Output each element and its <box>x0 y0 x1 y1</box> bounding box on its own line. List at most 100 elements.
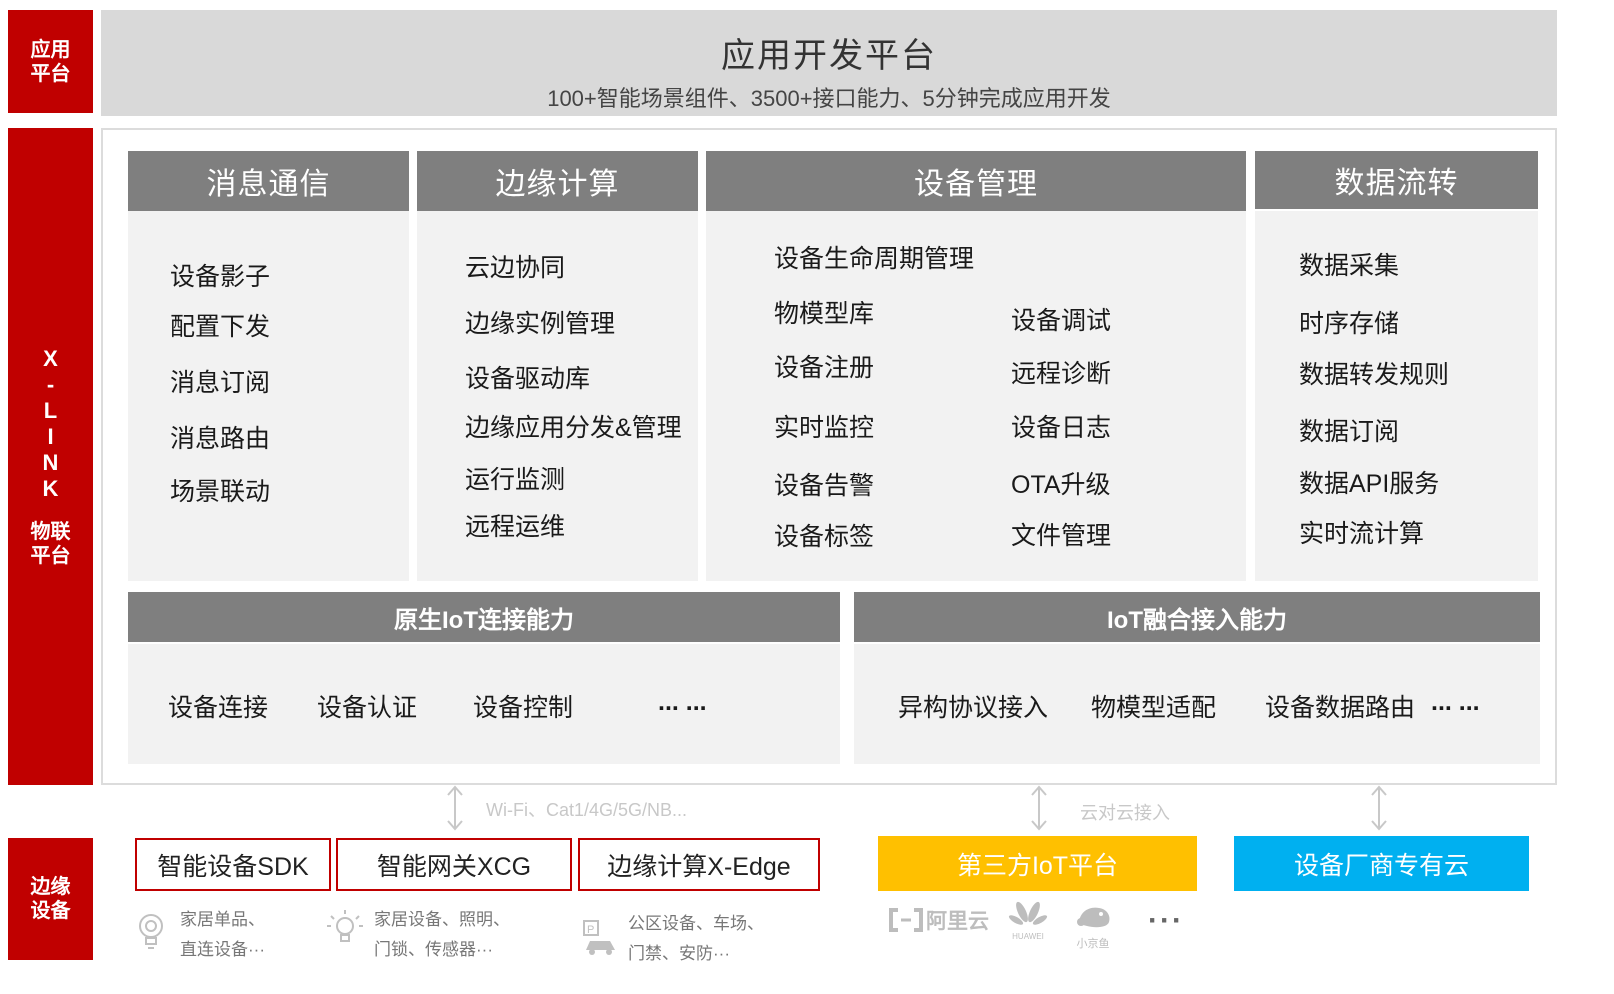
xlink-letter: X <box>43 345 58 371</box>
device-item-right: 远程诊断 <box>1011 360 1112 388</box>
native-iot-item: 设备控制 <box>473 694 574 722</box>
gateway-desc-line1: 家居设备、照明、 <box>374 910 510 929</box>
edge-computing-header: 边缘计算 <box>417 151 698 211</box>
data-item: 数据转发规则 <box>1299 361 1450 389</box>
native-iot-header: 原生IoT连接能力 <box>128 592 840 642</box>
double-arrow-icon <box>1371 785 1387 831</box>
side-band-app-platform: 应用 平台 <box>8 10 93 113</box>
svg-text:P: P <box>587 924 594 936</box>
fusion-iot-title: IoT融合接入能力 <box>1107 606 1287 634</box>
xlink-letter: K <box>42 475 59 501</box>
edge-desc-line1: 公区设备、车场、 <box>628 914 764 933</box>
device-management-body: 设备生命周期管理 物模型库 设备注册 实时监控 设备告警 设备标签 设备调试 远… <box>706 211 1246 581</box>
edge-computing-body: 云边协同 边缘实例管理 设备驱动库 边缘应用分发&管理 运行监测 远程运维 <box>417 211 698 581</box>
side-xlink-line2: 平台 <box>30 544 71 567</box>
fusion-iot-more: ... ... <box>1431 688 1480 716</box>
smart-gateway-box: 智能网关XCG <box>336 838 572 891</box>
light-bulb-icon <box>139 914 163 949</box>
data-item: 数据采集 <box>1299 252 1400 280</box>
xiaojingyu-logo-text: 小京鱼 <box>1076 938 1110 950</box>
third-party-iot-label: 第三方IoT平台 <box>956 851 1119 880</box>
device-item-left: 设备标签 <box>774 523 875 551</box>
native-iot-title: 原生IoT连接能力 <box>394 606 574 634</box>
side-edge-line1: 边缘 <box>30 876 71 898</box>
smart-gateway-label: 智能网关XCG <box>376 852 532 881</box>
device-item-right: 设备日志 <box>1011 414 1112 442</box>
device-item-left: 设备告警 <box>774 472 875 500</box>
edge-item: 设备驱动库 <box>465 365 591 393</box>
data-item: 数据API服务 <box>1299 470 1440 498</box>
device-item-right: 设备调试 <box>1011 307 1112 335</box>
edge-item: 运行监测 <box>465 466 566 494</box>
gateway-description: 家居设备、照明、 门锁、传感器··· <box>374 905 510 965</box>
aliyun-logo: 阿里云 <box>888 905 989 935</box>
messaging-item: 场景联动 <box>170 478 271 506</box>
device-item-left: 设备注册 <box>774 354 875 382</box>
device-lifecycle-item: 设备生命周期管理 <box>774 245 975 273</box>
bright-bulb-icon <box>327 910 363 942</box>
edge-computing-title: 边缘计算 <box>495 168 620 201</box>
edge-item: 边缘实例管理 <box>465 310 616 338</box>
device-management-header: 设备管理 <box>706 151 1246 211</box>
edge-description: 公区设备、车场、 门禁、安防··· <box>628 909 764 969</box>
data-flow-title: 数据流转 <box>1334 167 1459 200</box>
device-item-left: 实时监控 <box>774 414 875 442</box>
app-platform-title: 应用开发平台 <box>721 37 937 75</box>
edge-item: 云边协同 <box>465 254 566 282</box>
edge-computing-box: 边缘计算X-Edge <box>578 838 820 891</box>
edge-item: 远程运维 <box>465 513 566 541</box>
messaging-item: 配置下发 <box>170 313 271 341</box>
native-iot-item: 设备认证 <box>317 694 418 722</box>
network-link-label: Wi-Fi、Cat1/4G/5G/NB... <box>486 800 688 820</box>
third-party-iot-box: 第三方IoT平台 <box>878 836 1197 891</box>
huawei-logo-text: HUAWEI <box>1012 932 1044 941</box>
fusion-iot-item: 设备数据路由 <box>1265 694 1416 722</box>
gateway-desc-line2: 门锁、传感器··· <box>374 940 493 959</box>
smart-device-sdk-box: 智能设备SDK <box>135 838 331 891</box>
data-flow-header: 数据流转 <box>1255 151 1538 209</box>
native-iot-more: ... ... <box>658 688 707 716</box>
side-xlink-line1: 物联 <box>30 520 71 543</box>
sdk-desc-line1: 家居单品、 <box>180 910 265 929</box>
side-app-line2: 平台 <box>30 62 71 85</box>
aliyun-logo-text: 阿里云 <box>926 910 989 933</box>
data-item: 实时流计算 <box>1299 520 1425 548</box>
edge-desc-line2: 门禁、安防··· <box>628 944 730 963</box>
device-item-left: 物模型库 <box>774 300 875 328</box>
sdk-description: 家居单品、 直连设备··· <box>180 905 265 965</box>
huawei-petal-icon <box>1008 901 1048 925</box>
device-item-right: 文件管理 <box>1011 522 1112 550</box>
native-iot-body: 设备连接 设备认证 设备控制 ... ... <box>128 644 840 764</box>
side-edge-line2: 设备 <box>30 900 71 922</box>
fusion-iot-item: 物模型适配 <box>1091 694 1217 722</box>
messaging-header: 消息通信 <box>128 151 409 211</box>
xlink-letter: I <box>47 423 54 449</box>
double-arrow-icon <box>1031 785 1047 831</box>
fusion-iot-item: 异构协议接入 <box>898 694 1049 722</box>
xiaojingyu-fish-icon <box>1077 907 1110 928</box>
xlink-letter: L <box>43 397 58 423</box>
messaging-body: 设备影子 配置下发 消息订阅 消息路由 场景联动 <box>128 211 409 581</box>
more-platforms-ellipsis: ··· <box>1148 904 1184 937</box>
messaging-title: 消息通信 <box>206 168 331 201</box>
data-flow-body: 数据采集 时序存储 数据转发规则 数据订阅 数据API服务 实时流计算 <box>1255 211 1538 581</box>
side-band-edge-devices: 边缘 设备 <box>8 838 93 960</box>
app-platform-subtitle: 100+智能场景组件、3500+接口能力、5分钟完成应用开发 <box>547 86 1111 111</box>
edge-item: 边缘应用分发&管理 <box>465 414 682 442</box>
data-item: 数据订阅 <box>1299 418 1400 446</box>
messaging-item: 消息订阅 <box>170 369 271 397</box>
device-item-right: OTA升级 <box>1011 471 1111 499</box>
xiaojingyu-logo: 小京鱼 <box>1068 900 1118 951</box>
parking-car-icon: P <box>583 920 615 955</box>
messaging-item: 消息路由 <box>170 425 271 453</box>
edge-computing-label: 边缘计算X-Edge <box>607 852 791 881</box>
app-platform-bar: 应用开发平台 100+智能场景组件、3500+接口能力、5分钟完成应用开发 <box>101 10 1557 116</box>
vendor-cloud-label: 设备厂商专有云 <box>1293 851 1469 880</box>
huawei-logo: HUAWEI <box>1005 900 1051 941</box>
fusion-iot-header: IoT融合接入能力 <box>854 592 1540 642</box>
fusion-iot-body: 异构协议接入 物模型适配 设备数据路由 ... ... <box>854 644 1540 764</box>
data-item: 时序存储 <box>1299 310 1400 338</box>
xlink-letter: - <box>46 371 55 397</box>
messaging-item: 设备影子 <box>170 263 271 291</box>
xlink-letter: N <box>42 449 59 475</box>
